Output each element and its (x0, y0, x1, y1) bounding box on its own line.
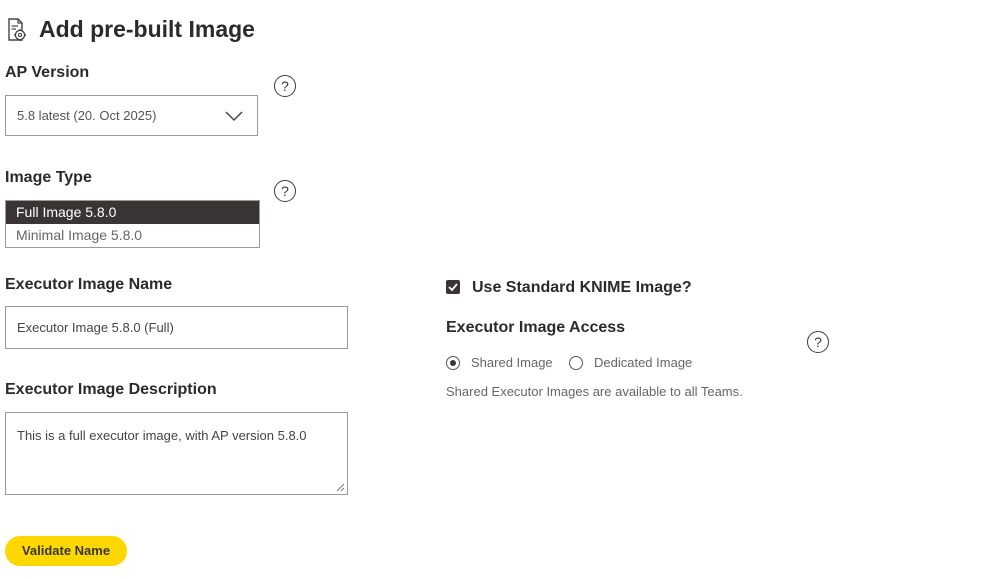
document-gear-icon (6, 18, 28, 42)
executor-image-description-textarea[interactable]: This is a full executor image, with AP v… (5, 412, 348, 495)
access-hint-text: Shared Executor Images are available to … (446, 384, 743, 399)
chevron-down-icon (225, 111, 243, 122)
dedicated-image-radio[interactable] (569, 356, 583, 370)
resize-handle-icon[interactable] (335, 482, 345, 492)
image-type-listbox[interactable]: Full Image 5.8.0 Minimal Image 5.8.0 (5, 200, 260, 248)
executor-image-description-text: This is a full executor image, with AP v… (17, 428, 307, 443)
use-standard-image-label[interactable]: Use Standard KNIME Image? (472, 279, 692, 297)
executor-image-name-label: Executor Image Name (5, 276, 173, 293)
shared-image-label[interactable]: Shared Image (471, 355, 553, 370)
use-standard-image-checkbox[interactable] (446, 280, 460, 294)
image-type-help-icon[interactable]: ? (274, 180, 296, 202)
ap-version-label: AP Version (5, 64, 90, 81)
validate-name-button[interactable]: Validate Name (5, 536, 127, 566)
executor-image-access-label: Executor Image Access (446, 319, 626, 336)
checkmark-icon (448, 283, 458, 292)
shared-image-radio[interactable] (446, 356, 460, 370)
executor-image-access-help-icon[interactable]: ? (807, 331, 829, 353)
ap-version-help-icon[interactable]: ? (274, 75, 296, 97)
executor-image-name-input[interactable]: Executor Image 5.8.0 (Full) (5, 306, 348, 349)
ap-version-selected-value: 5.8 latest (20. Oct 2025) (17, 108, 157, 123)
image-type-option-full[interactable]: Full Image 5.8.0 (6, 201, 259, 224)
image-type-label: Image Type (5, 169, 92, 186)
executor-image-description-label: Executor Image Description (5, 381, 217, 398)
page-title: Add pre-built Image (39, 16, 255, 42)
radio-selected-dot (449, 359, 456, 366)
image-type-option-minimal[interactable]: Minimal Image 5.8.0 (6, 224, 259, 247)
ap-version-select[interactable]: 5.8 latest (20. Oct 2025) (5, 95, 258, 136)
dedicated-image-label[interactable]: Dedicated Image (594, 355, 692, 370)
